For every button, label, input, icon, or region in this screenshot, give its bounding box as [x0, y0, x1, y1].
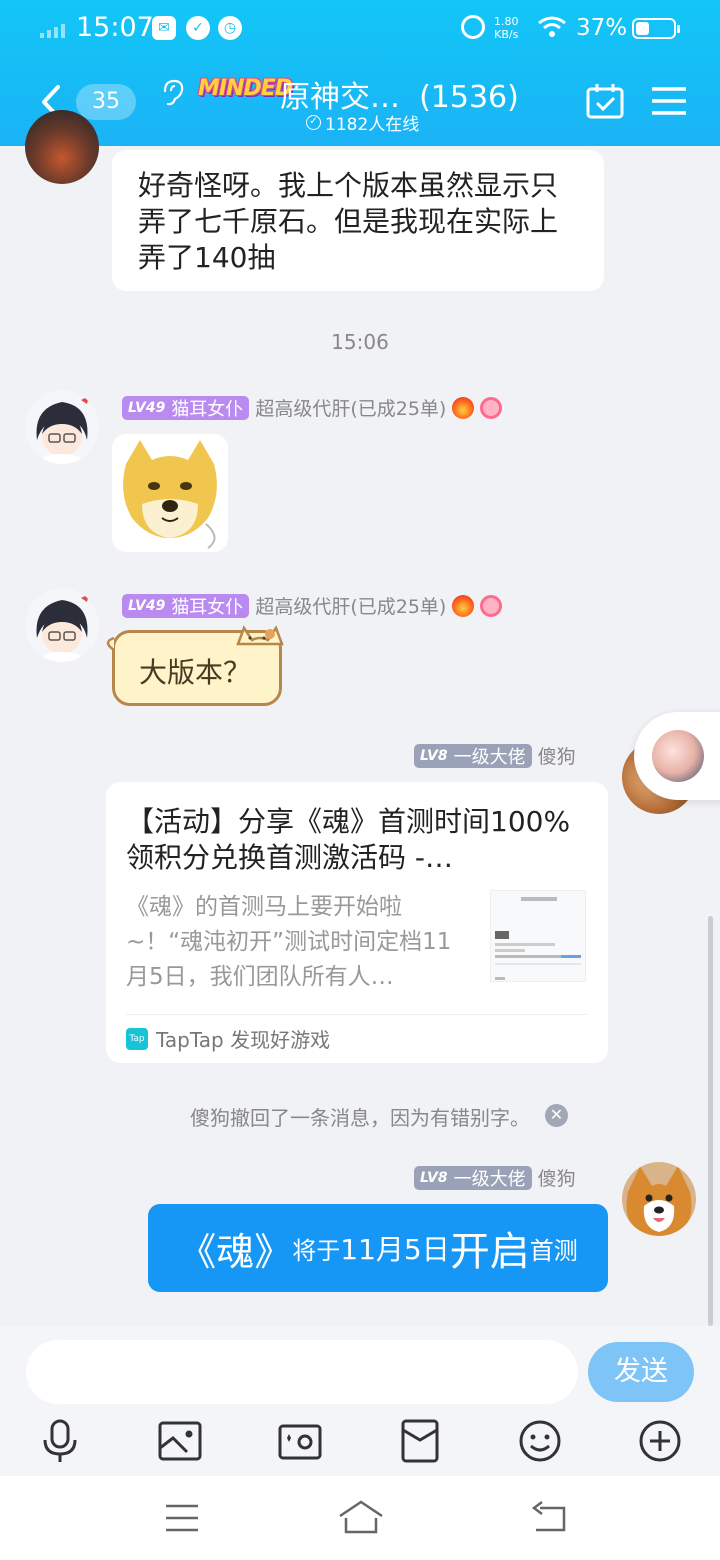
- calendar-check-icon[interactable]: [586, 82, 624, 120]
- wifi-icon: [538, 16, 566, 37]
- menu-icon[interactable]: [652, 86, 686, 116]
- red-packet-icon[interactable]: [397, 1418, 443, 1464]
- fire-icon: [452, 594, 475, 617]
- shared-link-card[interactable]: 【活动】分享《魂》首测时间100%领积分兑换首测激活码 -… 《魂》的首测马上要…: [106, 782, 608, 1063]
- ear-mode-icon[interactable]: [160, 78, 186, 108]
- doge-sticker: [112, 434, 228, 552]
- message-bubble[interactable]: 好奇怪呀。我上个版本虽然显示只弄了七千原石。但是我现在实际上弄了140抽: [112, 150, 604, 291]
- floating-avatar: [652, 730, 704, 782]
- sender-info: LV8 一级大佬 傻狗: [414, 1164, 576, 1191]
- avatar[interactable]: [25, 588, 99, 662]
- microphone-icon[interactable]: [37, 1418, 83, 1464]
- signal-icon: [40, 24, 65, 38]
- fire-icon: [452, 396, 475, 419]
- cat-ears-decoration: [236, 625, 284, 646]
- card-title: 【活动】分享《魂》首测时间100%领积分兑换首测激活码 -…: [126, 805, 571, 874]
- avatar[interactable]: [622, 1162, 696, 1236]
- online-check-icon: ✓: [306, 115, 321, 130]
- level-badge: LV49 猫耳女仆: [122, 395, 250, 420]
- network-speed: 1.80 KB/s: [494, 15, 519, 41]
- status-time: 15:07: [76, 12, 154, 43]
- card-thumbnail: [490, 890, 586, 982]
- message-text: 《魂》: [178, 1229, 293, 1274]
- message-text: 将于: [292, 1236, 341, 1265]
- image-icon[interactable]: [157, 1418, 203, 1464]
- recall-notice: 傻狗撤回了一条消息，因为有错别字。: [190, 1106, 530, 1130]
- card-source: Tap TapTap 发现好游戏: [126, 1024, 330, 1053]
- home-icon[interactable]: [338, 1500, 384, 1536]
- scrollbar[interactable]: [708, 916, 713, 1326]
- message-text: 首测: [529, 1236, 578, 1265]
- avatar[interactable]: [25, 390, 99, 464]
- camera-icon[interactable]: [277, 1418, 323, 1464]
- sender-nickname[interactable]: 超高级代肝(已成25单): [255, 394, 446, 421]
- level-badge: LV8 一级大佬: [414, 1165, 532, 1190]
- chat-header: 15:07 ✉ ✓ ◷ 1.80 KB/s 37% 35 MINDED 原神交……: [0, 0, 720, 146]
- system-nav-bar: [0, 1476, 720, 1560]
- emoji-icon[interactable]: [517, 1418, 563, 1464]
- battery-percent: 37%: [576, 15, 628, 41]
- sender-info: LV49 猫耳女仆 超高级代肝(已成25单): [122, 592, 503, 619]
- back-nav-icon[interactable]: [530, 1500, 570, 1536]
- avatar[interactable]: [25, 110, 99, 184]
- smile-badge-icon: [480, 396, 503, 419]
- send-button[interactable]: 发送: [588, 1342, 694, 1402]
- recent-apps-icon[interactable]: [162, 1500, 202, 1536]
- close-icon[interactable]: ✕: [545, 1104, 568, 1127]
- battery-icon: [632, 18, 680, 39]
- status-bar: 15:07 ✉ ✓ ◷ 1.80 KB/s 37%: [0, 0, 720, 58]
- message-text: 开启: [449, 1229, 530, 1275]
- unread-count-badge[interactable]: 35: [76, 84, 136, 120]
- plus-icon[interactable]: [637, 1418, 683, 1464]
- card-divider: [126, 1014, 588, 1015]
- check-notification-icon: ✓: [186, 16, 210, 40]
- message-bubble[interactable]: 《魂》 将于 11月5日 开启 首测: [148, 1204, 608, 1292]
- level-badge: LV49 猫耳女仆: [122, 593, 250, 618]
- smile-badge-icon: [480, 594, 503, 617]
- level-badge: LV8 一级大佬: [414, 743, 532, 768]
- input-bar: 发送: [0, 1326, 720, 1476]
- sender-info: LV8 一级大佬 傻狗: [414, 742, 576, 769]
- group-logo: MINDED: [198, 76, 293, 101]
- alarm-icon: [461, 15, 485, 39]
- mail-notification-icon: ✉: [152, 16, 176, 40]
- taptap-icon: Tap: [126, 1027, 148, 1050]
- online-status: ✓ 1182人在线: [306, 110, 419, 135]
- message-text: 大版本？: [139, 656, 252, 689]
- message-input[interactable]: [26, 1340, 578, 1404]
- sticker-image[interactable]: [112, 434, 228, 552]
- message-timestamp: 15:06: [331, 330, 389, 354]
- sender-nickname[interactable]: 傻狗: [538, 742, 576, 769]
- sender-nickname[interactable]: 傻狗: [538, 1164, 576, 1191]
- cat-paw-decoration: [106, 636, 115, 652]
- alarm-notification-icon: ◷: [218, 16, 242, 40]
- message-text: 11月5日: [340, 1233, 450, 1266]
- sender-nickname[interactable]: 超高级代肝(已成25单): [255, 592, 446, 619]
- sender-info: LV49 猫耳女仆 超高级代肝(已成25单): [122, 394, 503, 421]
- floating-chat-head[interactable]: [634, 712, 720, 800]
- card-description: 《魂》的首测马上要开始啦~！“魂沌初开”测试时间定档11月5日，我们团队所有人…: [126, 894, 452, 990]
